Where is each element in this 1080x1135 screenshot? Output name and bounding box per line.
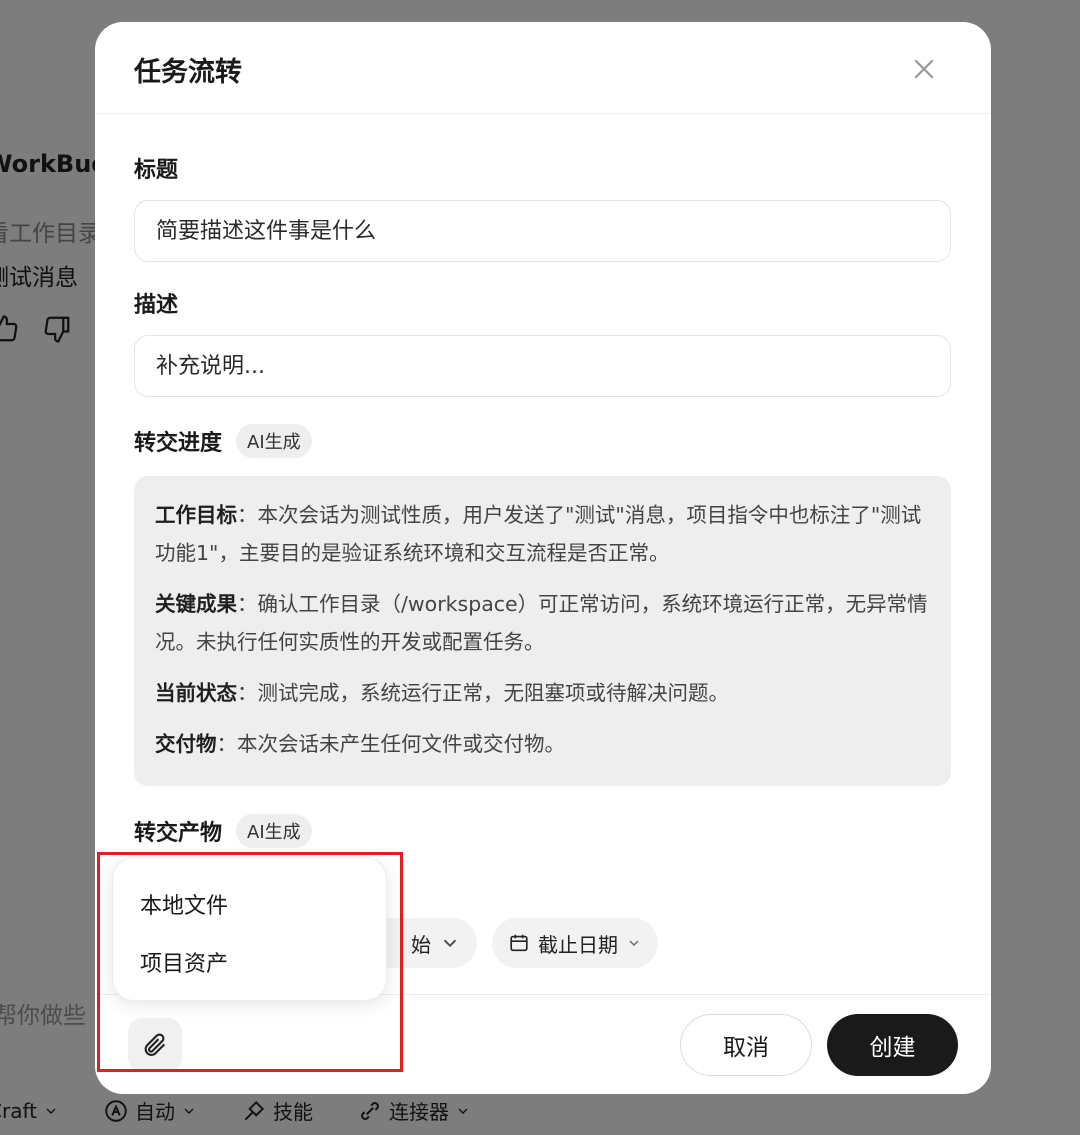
attach-button[interactable]: [128, 1018, 182, 1072]
progress-item-sep: ：: [237, 592, 258, 616]
progress-item-key: 当前状态: [155, 681, 237, 705]
artifacts-header: 转交产物 AI生成: [134, 814, 312, 848]
progress-item-sep: ：: [216, 732, 238, 756]
handoff-progress-box: 工作目标：本次会话为测试性质，用户发送了"测试"消息，项目指令中也标注了"测试功…: [134, 476, 951, 786]
paperclip-icon: [144, 1033, 166, 1056]
create-button[interactable]: 创建: [827, 1014, 958, 1076]
progress-item-key: 交付物: [155, 732, 217, 756]
progress-item-key: 工作目标: [155, 503, 237, 527]
progress-item: 工作目标：本次会话为测试性质，用户发送了"测试"消息，项目指令中也标注了"测试功…: [155, 496, 930, 572]
task-handoff-dialog: 任务流转 标题 描述 转交进度 AI生成 工作目标：本次会话为测试性质，用户发送…: [95, 22, 991, 1094]
close-icon[interactable]: [909, 54, 939, 84]
chevron-down-icon: [443, 939, 457, 948]
progress-header: 转交进度 AI生成: [134, 424, 312, 458]
dialog-title: 任务流转: [134, 57, 242, 88]
start-date-label: 始: [411, 932, 431, 957]
ai-generated-badge: AI生成: [236, 424, 312, 458]
progress-item-key: 关键成果: [155, 592, 237, 616]
progress-item-text: 测试完成，系统运行正常，无阻塞项或待解决问题。: [257, 681, 730, 705]
progress-item-text: 确认工作目录（/workspace）可正常访问，系统环境运行正常，无异常情况。未…: [155, 592, 928, 654]
menu-item-local-file[interactable]: 本地文件: [140, 888, 228, 920]
title-input[interactable]: [134, 200, 951, 262]
attach-source-menu: 本地文件 项目资产: [112, 857, 387, 1001]
menu-item-project-assets[interactable]: 项目资产: [140, 946, 228, 978]
progress-item-text: 本次会话未产生任何文件或交付物。: [237, 732, 565, 756]
progress-item: 关键成果：确认工作目录（/workspace）可正常访问，系统环境运行正常，无异…: [155, 585, 930, 661]
progress-item-text: 本次会话为测试性质，用户发送了"测试"消息，项目指令中也标注了"测试功能1"，主…: [155, 503, 922, 565]
calendar-icon: [510, 934, 528, 952]
chevron-down-icon: [629, 940, 639, 946]
progress-item-sep: ：: [237, 503, 258, 527]
ai-generated-badge: AI生成: [236, 814, 312, 848]
description-label: 描述: [134, 293, 179, 318]
progress-item: 当前状态：测试完成，系统运行正常，无阻塞项或待解决问题。: [155, 674, 930, 712]
progress-label: 转交进度: [134, 431, 223, 456]
due-date-pill[interactable]: 截止日期: [492, 918, 658, 968]
title-label: 标题: [134, 158, 179, 183]
artifacts-label: 转交产物: [134, 821, 223, 846]
progress-item-sep: ：: [237, 681, 258, 705]
due-date-label: 截止日期: [538, 932, 618, 957]
dialog-header: 任务流转: [95, 22, 991, 114]
progress-item: 交付物：本次会话未产生任何文件或交付物。: [155, 725, 930, 763]
description-input[interactable]: [134, 335, 951, 397]
cancel-button[interactable]: 取消: [680, 1014, 812, 1076]
